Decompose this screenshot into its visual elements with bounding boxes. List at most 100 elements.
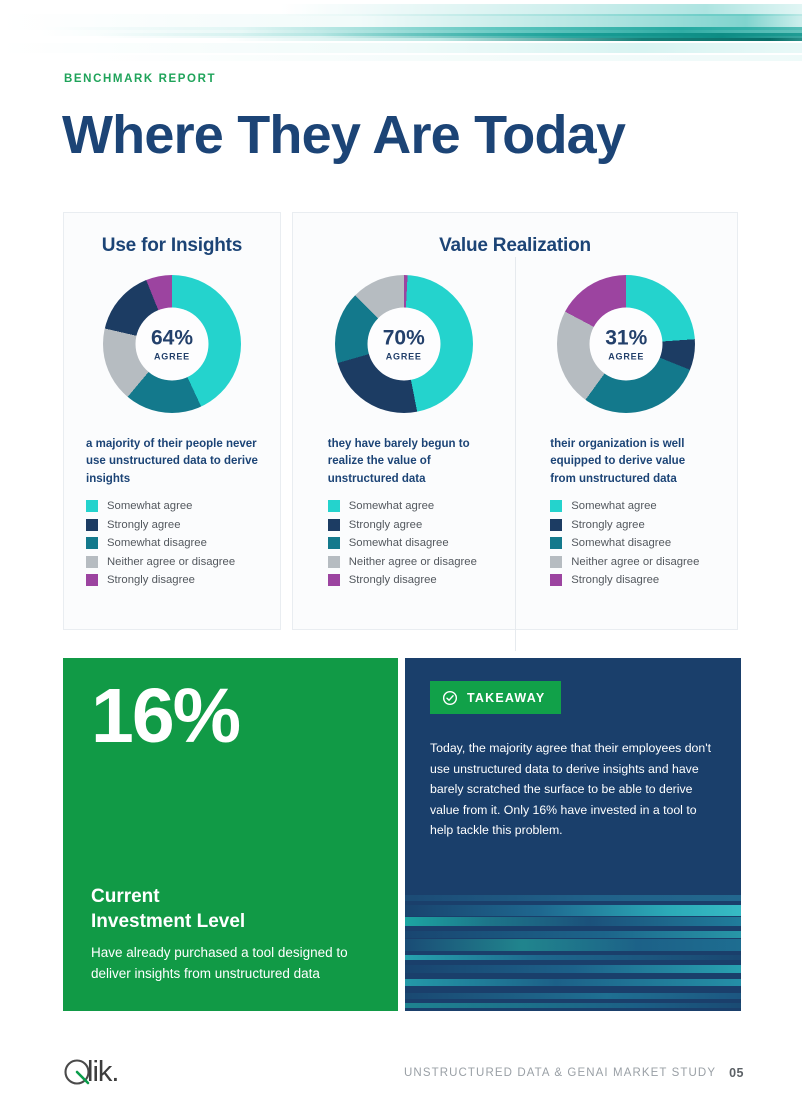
legend-swatch-neither — [550, 555, 563, 568]
donut-sublabel: AGREE — [153, 351, 190, 361]
legend-item: Somewhat disagree — [550, 537, 702, 550]
chart-legend-1: Somewhat agree Strongly agree Somewhat d… — [86, 500, 258, 593]
charts-row: Use for Insights 64% AGREE a majority of… — [63, 212, 738, 651]
investment-panel: 16% Current Investment Level Have alread… — [63, 658, 398, 1011]
donut-percent: 70% — [382, 326, 425, 349]
page-footer: lik. UNSTRUCTURED DATA & GENAI MARKET ST… — [0, 1039, 802, 1117]
chart-caption: their organization is well equipped to d… — [550, 438, 686, 485]
panel-streak — [405, 931, 741, 938]
legend-item: Somewhat agree — [550, 500, 702, 513]
eyebrow-label: BENCHMARK REPORT — [64, 73, 217, 85]
legend-swatch-strongly-disagree — [327, 574, 340, 587]
donut-percent: 64% — [150, 326, 194, 349]
donut-chart-1: 64% AGREE — [103, 275, 241, 413]
bottom-panels: 16% Current Investment Level Have alread… — [63, 658, 741, 1011]
donut-sublabel: AGREE — [608, 351, 645, 361]
legend-swatch-somewhat-agree — [550, 500, 563, 513]
donut-percent: 31% — [605, 326, 648, 349]
legend-label: Strongly disagree — [348, 574, 437, 587]
legend-label: Neither agree or disagree — [348, 555, 477, 568]
chart-legend-2: Somewhat agree Strongly agree Somewhat d… — [327, 500, 480, 593]
qlik-logo-text: lik. — [87, 1056, 119, 1088]
legend-label: Strongly agree — [348, 518, 423, 531]
donut-center: 31% AGREE — [589, 307, 663, 381]
legend-label: Strongly disagree — [107, 574, 195, 587]
report-page: BENCHMARK REPORT Where They Are Today Us… — [0, 0, 802, 1117]
panel-streak — [405, 939, 741, 951]
chart-column-3: 31% AGREE their organization is well equ… — [514, 257, 738, 651]
card-value-realization: Value Realization 70% AGREE they have ba… — [292, 212, 738, 651]
legend-item: Strongly disagree — [86, 574, 258, 587]
legend-label: Strongly disagree — [571, 574, 660, 587]
panel-streak — [405, 1003, 741, 1008]
legend-item: Somewhat agree — [327, 500, 480, 513]
legend-swatch-neither — [327, 555, 340, 568]
legend-item: Strongly disagree — [327, 574, 480, 587]
legend-item: Neither agree or disagree — [327, 555, 480, 568]
donut-center: 70% AGREE — [367, 307, 441, 381]
card-title: Use for Insights — [101, 235, 243, 256]
top-decorative-banner — [0, 0, 802, 62]
legend-item: Somewhat disagree — [327, 537, 480, 550]
card-title: Value Realization — [439, 235, 591, 256]
panel-streak — [405, 993, 741, 999]
legend-label: Somewhat agree — [107, 500, 193, 513]
legend-swatch-somewhat-agree — [327, 500, 340, 513]
banner-streak — [0, 43, 802, 53]
legend-label: Neither agree or disagree — [107, 555, 236, 568]
footer-meta: UNSTRUCTURED DATA & GENAI MARKET STUDY 0… — [404, 1066, 744, 1080]
panel-streak — [405, 895, 741, 901]
legend-swatch-somewhat-disagree — [327, 537, 340, 550]
legend-item: Strongly agree — [86, 518, 258, 531]
banner-streak — [0, 38, 802, 41]
panel-streak — [405, 955, 741, 960]
legend-swatch-strongly-disagree — [550, 574, 563, 587]
investment-percentage: 16% — [91, 673, 241, 759]
chart-column-1: 64% AGREE a majority of their people nev… — [64, 257, 280, 651]
legend-label: Somewhat disagree — [107, 537, 207, 550]
takeaway-text: Today, the majority agree that their emp… — [430, 741, 712, 838]
check-circle-icon — [442, 690, 458, 706]
legend-swatch-strongly-disagree — [86, 574, 98, 587]
takeaway-panel: TAKEAWAY Today, the majority agree that … — [405, 658, 741, 1011]
footer-page-number: 05 — [729, 1066, 744, 1080]
page-title: Where They Are Today — [62, 105, 626, 165]
legend-label: Strongly agree — [571, 518, 645, 531]
chart-legend-3: Somewhat agree Strongly agree Somewhat d… — [550, 500, 702, 593]
donut-chart-2: 70% AGREE — [334, 275, 473, 413]
investment-title-line2: Investment Level — [91, 910, 246, 932]
chart-caption: they have barely begun to realize the va… — [327, 438, 470, 485]
legend-label: Somewhat agree — [348, 500, 435, 513]
legend-item: Strongly agree — [327, 518, 480, 531]
chart-column-2: 70% AGREE they have barely begun to real… — [293, 257, 515, 651]
legend-item: Neither agree or disagree — [86, 555, 258, 568]
legend-swatch-somewhat-disagree — [86, 537, 98, 550]
legend-swatch-strongly-agree — [86, 518, 98, 531]
panel-streak — [405, 965, 741, 973]
legend-item: Somewhat disagree — [86, 537, 258, 550]
legend-label: Somewhat agree — [571, 500, 657, 513]
qlik-logo: lik. — [62, 1055, 119, 1089]
legend-swatch-somewhat-agree — [86, 500, 98, 513]
donut-center: 64% AGREE — [135, 307, 209, 381]
panel-decorative-streaks — [405, 893, 741, 1011]
legend-swatch-strongly-agree — [327, 518, 340, 531]
legend-item: Neither agree or disagree — [550, 555, 702, 568]
banner-streak — [0, 55, 802, 61]
panel-streak — [405, 905, 741, 916]
legend-item: Strongly agree — [550, 518, 702, 531]
legend-label: Strongly agree — [107, 518, 181, 531]
footer-study-title: UNSTRUCTURED DATA & GENAI MARKET STUDY — [404, 1067, 717, 1079]
panel-streak — [405, 917, 741, 926]
panel-streak — [405, 979, 741, 986]
legend-label: Somewhat disagree — [571, 537, 672, 550]
investment-description: Have already purchased a tool designed t… — [91, 944, 348, 982]
takeaway-badge: TAKEAWAY — [430, 681, 562, 714]
legend-label: Neither agree or disagree — [571, 555, 700, 568]
investment-title-line1: Current — [91, 885, 160, 907]
card-use-for-insights: Use for Insights 64% AGREE a majority of… — [63, 212, 281, 630]
legend-swatch-strongly-agree — [550, 518, 563, 531]
donut-sublabel: AGREE — [385, 351, 422, 361]
legend-item: Somewhat agree — [86, 500, 258, 513]
